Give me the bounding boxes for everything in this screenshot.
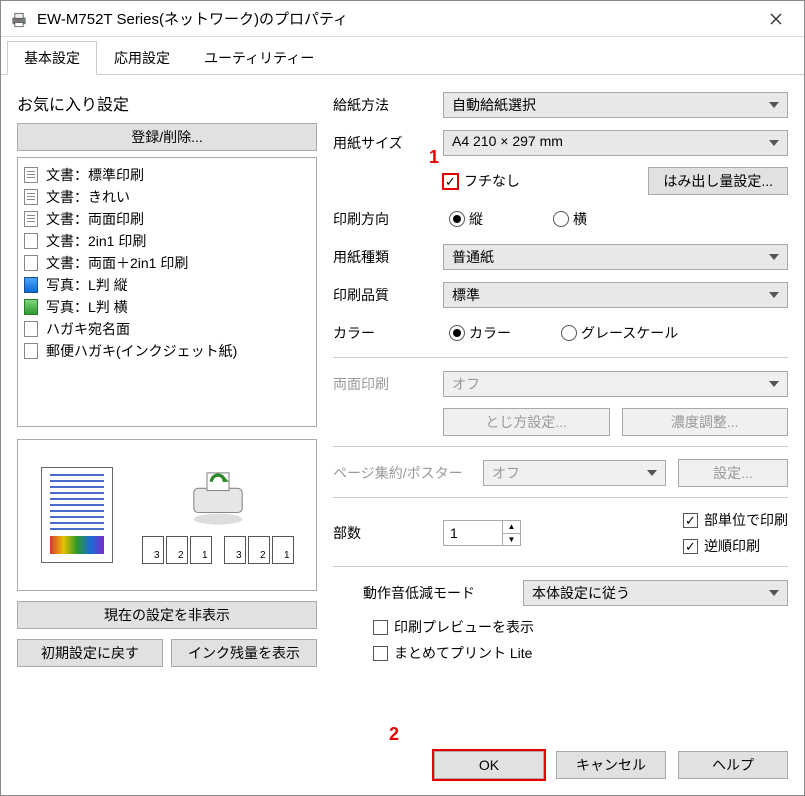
preset-item[interactable]: ハガキ宛名面 [24, 318, 310, 340]
photo-icon [24, 299, 40, 315]
preview-printer-icon [185, 466, 251, 526]
checkbox-icon [683, 513, 698, 528]
copies-spinner[interactable]: ▲▼ [443, 520, 521, 546]
quiet-mode-label: 動作音低減モード [333, 583, 523, 603]
printer-icon [9, 10, 29, 28]
tab-advanced[interactable]: 応用設定 [97, 41, 187, 74]
paper-size-combo[interactable]: A4 210 × 297 mm [443, 130, 788, 156]
reverse-order-checkbox[interactable]: 逆順印刷 [683, 536, 788, 556]
tab-basic[interactable]: 基本設定 [7, 41, 97, 75]
print-lite-checkbox[interactable]: まとめてプリント Lite [373, 643, 788, 663]
favorites-title: お気に入り設定 [17, 91, 317, 115]
color-label: カラー [333, 323, 443, 343]
preset-item[interactable]: 写真：L判 横 [24, 296, 310, 318]
quiet-mode-combo[interactable]: 本体設定に従う [523, 580, 788, 606]
paper-size-label: 用紙サイズ [333, 133, 443, 153]
quality-combo[interactable]: 標準 [443, 282, 788, 308]
radio-icon [561, 325, 577, 341]
dialog-window: EW-M752T Series(ネットワーク)のプロパティ 基本設定 応用設定 … [0, 0, 805, 796]
duplex-icon [24, 211, 40, 227]
preset-item[interactable]: 文書：2in1 印刷 [24, 230, 310, 252]
close-button[interactable] [756, 5, 796, 33]
checkbox-icon [443, 174, 458, 189]
radio-icon [449, 325, 465, 341]
paper-source-combo[interactable]: 自動給紙選択 [443, 92, 788, 118]
quality-label: 印刷品質 [333, 285, 443, 305]
color-color-radio[interactable]: カラー [449, 323, 511, 343]
collate-checkbox[interactable]: 部単位で印刷 [683, 510, 788, 530]
checkbox-icon [683, 539, 698, 554]
preset-item[interactable]: 文書：両面＋2in1 印刷 [24, 252, 310, 274]
hagaki-icon [24, 321, 40, 337]
preview-doc-icon [41, 467, 113, 563]
marker-2: 2 [389, 724, 399, 745]
2in1-icon [24, 233, 40, 249]
register-delete-button[interactable]: 登録/削除... [17, 123, 317, 151]
copies-label: 部数 [333, 523, 443, 543]
reset-defaults-button[interactable]: 初期設定に戻す [17, 639, 163, 667]
preset-item[interactable]: 文書：標準印刷 [24, 164, 310, 186]
layout-label: ページ集約/ポスター [333, 463, 483, 483]
duplex-label: 両面印刷 [333, 374, 443, 394]
window-title: EW-M752T Series(ネットワーク)のプロパティ [37, 8, 756, 29]
preset-item[interactable]: 文書：きれい [24, 186, 310, 208]
copies-input[interactable] [444, 521, 502, 545]
paper-source-label: 給紙方法 [333, 95, 443, 115]
collate-icon [142, 536, 212, 564]
preset-item[interactable]: 郵便ハガキ(インクジェット紙) [24, 340, 310, 362]
duplex-combo: オフ [443, 371, 788, 397]
orientation-landscape-radio[interactable]: 横 [553, 209, 587, 229]
density-settings-button: 濃度調整... [622, 408, 789, 436]
ok-button[interactable]: OK [434, 751, 544, 779]
orientation-label: 印刷方向 [333, 209, 443, 229]
cancel-button[interactable]: キャンセル [556, 751, 666, 779]
layout-config-button: 設定... [678, 459, 788, 487]
hagaki-ij-icon [24, 343, 40, 359]
hide-settings-button[interactable]: 現在の設定を非表示 [17, 601, 317, 629]
show-ink-button[interactable]: インク残量を表示 [171, 639, 317, 667]
dialog-buttons: OK キャンセル ヘルプ [434, 751, 788, 779]
radio-icon [449, 211, 465, 227]
spinner-up[interactable]: ▲ [503, 521, 520, 534]
layout-combo: オフ [483, 460, 666, 486]
photo-icon [24, 277, 40, 293]
help-button[interactable]: ヘルプ [678, 751, 788, 779]
marker-1: 1 [429, 147, 439, 168]
preview-pane [17, 439, 317, 591]
paper-type-label: 用紙種類 [333, 247, 443, 267]
color-grayscale-radio[interactable]: グレースケール [561, 323, 678, 343]
preset-item[interactable]: 文書：両面印刷 [24, 208, 310, 230]
preset-list[interactable]: 文書：標準印刷 文書：きれい 文書：両面印刷 文書：2in1 印刷 文書：両面＋… [17, 157, 317, 427]
preset-item[interactable]: 写真：L判 縦 [24, 274, 310, 296]
tab-utility[interactable]: ユーティリティー [187, 41, 331, 74]
paper-type-combo[interactable]: 普通紙 [443, 244, 788, 270]
spinner-down[interactable]: ▼ [503, 534, 520, 546]
title-bar: EW-M752T Series(ネットワーク)のプロパティ [1, 1, 804, 37]
binding-settings-button: とじ方設定... [443, 408, 610, 436]
borderless-checkbox[interactable]: フチなし [443, 171, 520, 191]
print-preview-checkbox[interactable]: 印刷プレビューを表示 [373, 617, 788, 637]
checkbox-icon [373, 620, 388, 635]
duplex-2in1-icon [24, 255, 40, 271]
bleed-settings-button[interactable]: はみ出し量設定... [648, 167, 788, 195]
collate-icon [224, 536, 294, 564]
tab-strip: 基本設定 応用設定 ユーティリティー [1, 37, 804, 75]
doc-icon [24, 167, 40, 183]
orientation-portrait-radio[interactable]: 縦 [449, 209, 483, 229]
doc-icon [24, 189, 40, 205]
radio-icon [553, 211, 569, 227]
checkbox-icon [373, 646, 388, 661]
